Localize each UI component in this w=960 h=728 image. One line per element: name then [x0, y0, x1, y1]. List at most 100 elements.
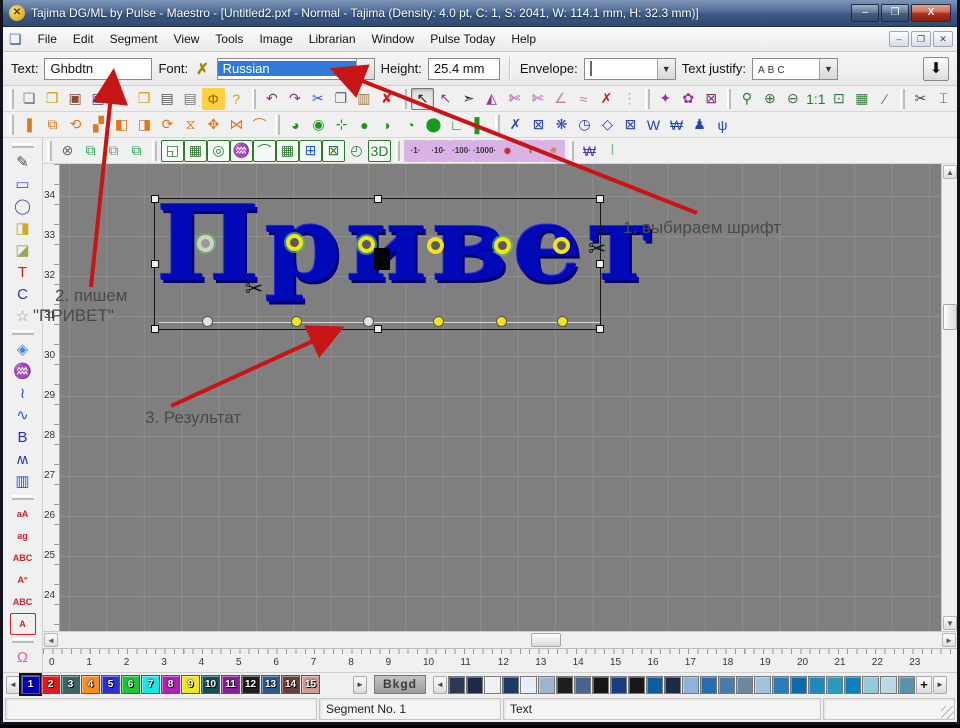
chevron-down-icon[interactable]: ▼: [819, 59, 837, 79]
thread-color-swatch[interactable]: 2: [41, 675, 60, 694]
zoom-view-icon[interactable]: ◎: [207, 140, 230, 162]
menu-item[interactable]: Segment: [102, 29, 166, 49]
delete-icon[interactable]: ✘: [375, 88, 398, 110]
undo-icon[interactable]: ↶: [260, 88, 283, 110]
background-color-swatch[interactable]: [790, 676, 807, 694]
background-color-swatch[interactable]: [484, 676, 501, 694]
toolbar-grip[interactable]: [152, 141, 157, 161]
pink-ribbon-icon[interactable]: Ω: [10, 646, 36, 668]
stitch-marker[interactable]: [362, 240, 371, 249]
background-color-swatch[interactable]: [664, 676, 681, 694]
screen-view-icon[interactable]: ◱: [161, 140, 184, 162]
thread-color-swatch[interactable]: 15: [301, 675, 320, 694]
center-icon[interactable]: ✥: [202, 114, 225, 136]
new-icon[interactable]: ❏: [18, 88, 41, 110]
grid-toggle-icon[interactable]: ▦: [850, 88, 873, 110]
punch-delete-icon[interactable]: ⊠: [700, 88, 723, 110]
cut-icon[interactable]: ✂: [306, 88, 329, 110]
fringe-stitch-icon[interactable]: ▥: [10, 470, 36, 492]
delete-stitch-icon[interactable]: ✗: [595, 88, 618, 110]
menu-item[interactable]: Librarian: [301, 29, 364, 49]
toolbar-grip[interactable]: [402, 89, 407, 109]
stitch-marker[interactable]: [498, 241, 507, 250]
background-color-swatch[interactable]: [646, 676, 663, 694]
column-stitch-icon[interactable]: ♒: [10, 360, 36, 382]
curve-stitch-icon[interactable]: ∿: [10, 404, 36, 426]
add-color-button[interactable]: +: [916, 676, 932, 694]
menu-item[interactable]: Pulse Today: [422, 29, 503, 49]
palette-scroll-left-icon[interactable]: ◄: [6, 676, 20, 694]
box-trim-icon[interactable]: ⊠: [527, 114, 550, 136]
baseline-node[interactable]: [202, 316, 213, 327]
traffic-light-icon[interactable]: ⋮: [618, 88, 641, 110]
timer-icon[interactable]: ◷: [573, 114, 596, 136]
boxed-a-text-icon[interactable]: A: [10, 613, 36, 635]
snowflake-icon[interactable]: ❋: [550, 114, 573, 136]
arc-text-icon[interactable]: ABC: [10, 547, 36, 569]
text-justify-combobox[interactable]: ABC ▼: [752, 58, 838, 80]
menu-item[interactable]: File: [30, 29, 65, 49]
background-color-swatch[interactable]: [718, 676, 735, 694]
plus100-icon[interactable]: ·100·: [450, 140, 473, 162]
background-color-swatch[interactable]: [538, 676, 555, 694]
bracket-icon[interactable]: ⦚: [601, 140, 624, 162]
slice-tool-icon[interactable]: ∠: [549, 88, 572, 110]
background-color-swatch[interactable]: [826, 676, 843, 694]
thread-color-swatch[interactable]: 3: [61, 675, 80, 694]
baseline-node[interactable]: [433, 316, 444, 327]
toolbar-grip[interactable]: [900, 89, 905, 109]
stitch-marker[interactable]: [557, 241, 566, 250]
stand-icon[interactable]: ψ: [711, 114, 734, 136]
grid-dots-icon[interactable]: ▦: [184, 140, 207, 162]
bkgd-scroll-right-icon[interactable]: ►: [933, 676, 947, 694]
trim-add-icon[interactable]: ✂: [909, 88, 932, 110]
stitch-edit2-icon[interactable]: ✄: [526, 88, 549, 110]
toolbar-grip[interactable]: [395, 141, 400, 161]
insert-design-icon[interactable]: ✦: [110, 88, 133, 110]
baseline-node[interactable]: [363, 316, 374, 327]
outline-edit-icon[interactable]: ◭: [480, 88, 503, 110]
small-copy1-icon[interactable]: ⧉: [79, 140, 102, 162]
bold-b-icon[interactable]: B: [10, 426, 36, 448]
menu-item[interactable]: Image: [251, 29, 300, 49]
menu-item[interactable]: Help: [503, 29, 544, 49]
toolbar-grip[interactable]: [12, 495, 34, 500]
grid-off-icon[interactable]: ⊠: [322, 140, 345, 162]
vertical-scrollbar[interactable]: ▲ ▼: [941, 164, 957, 631]
applique-tool-icon[interactable]: ◈: [10, 338, 36, 360]
circle-tool-icon[interactable]: ◯: [10, 195, 36, 217]
thread-color-swatch[interactable]: 9: [181, 675, 200, 694]
rotate-copy-icon[interactable]: ⟲: [64, 114, 87, 136]
block-text-icon[interactable]: ABC: [10, 591, 36, 613]
font-combobox[interactable]: Russian ▼: [217, 58, 375, 80]
measure-icon[interactable]: ∕: [873, 88, 896, 110]
pencil-tool-icon[interactable]: ✎: [10, 151, 36, 173]
menu-item[interactable]: Edit: [65, 29, 102, 49]
toolbar-grip[interactable]: [12, 143, 34, 148]
star-tool-icon[interactable]: ☆: [10, 305, 36, 327]
thread-color-swatch[interactable]: 1: [21, 675, 40, 694]
satin-stitch-icon[interactable]: ●: [353, 114, 376, 136]
close-button[interactable]: X: [911, 4, 951, 22]
menu-item[interactable]: Tools: [207, 29, 251, 49]
punch-tool-icon[interactable]: ✦: [654, 88, 677, 110]
red-dot-icon[interactable]: ◉: [496, 140, 519, 162]
background-color-swatch[interactable]: [574, 676, 591, 694]
bring-front-icon[interactable]: ◧: [110, 114, 133, 136]
open-icon[interactable]: ❐: [41, 88, 64, 110]
toolbar-grip[interactable]: [9, 89, 14, 109]
punch-flower-icon[interactable]: ✿: [677, 88, 700, 110]
curve-c-tool-icon[interactable]: C: [10, 283, 36, 305]
plus1000-icon[interactable]: ·1000·: [473, 140, 496, 162]
thread-color-swatch[interactable]: 5: [101, 675, 120, 694]
w-zigzag-icon[interactable]: ₩: [578, 140, 601, 162]
jump-stitch-icon[interactable]: ⊹: [330, 114, 353, 136]
trim-icon[interactable]: ✗: [504, 114, 527, 136]
curve-view-icon[interactable]: ⌒: [253, 140, 276, 162]
background-color-swatch[interactable]: [448, 676, 465, 694]
selection-handle[interactable]: [374, 325, 382, 333]
selection-handle[interactable]: [596, 195, 604, 203]
sequence-icon[interactable]: ▞: [87, 114, 110, 136]
background-color-swatch[interactable]: [736, 676, 753, 694]
arch-icon[interactable]: ⌒: [248, 114, 271, 136]
